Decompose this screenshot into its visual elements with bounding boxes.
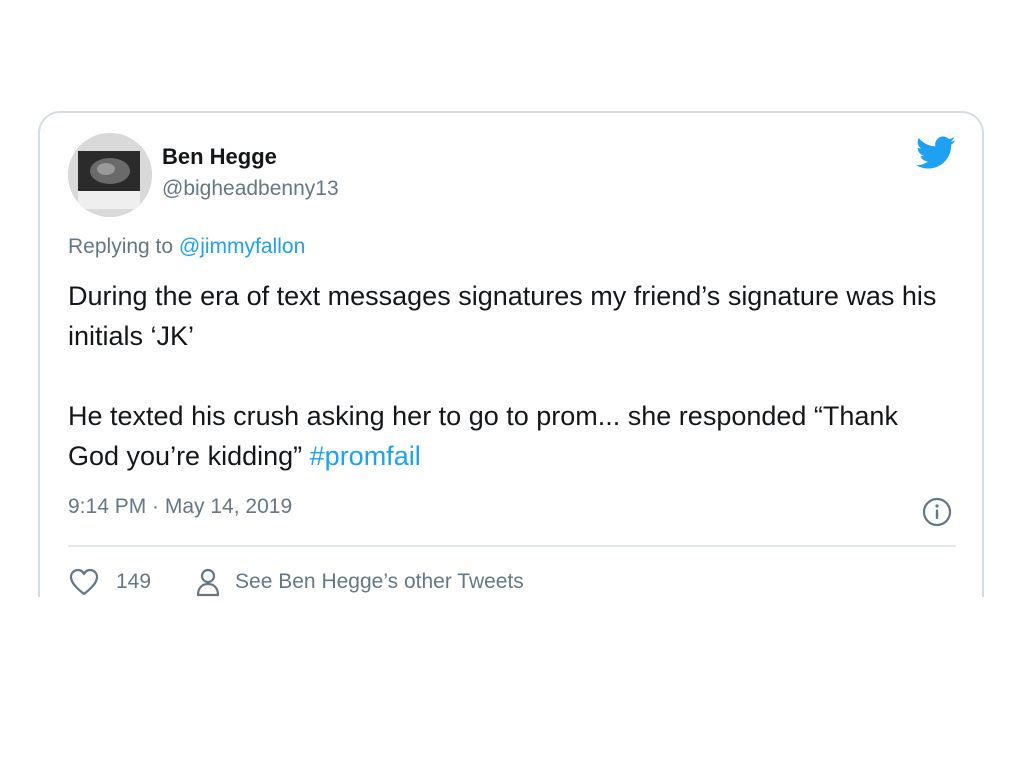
tweet-timestamp[interactable]: 9:14 PM · May 14, 2019: [68, 495, 292, 519]
author-name[interactable]: Ben Hegge: [162, 144, 277, 170]
person-icon: [196, 568, 220, 597]
image-crop-area: [0, 597, 1024, 768]
reply-prefix: Replying to: [68, 235, 179, 258]
info-icon[interactable]: [921, 496, 953, 528]
tweet-paragraph-2: He texted his crush asking her to go to …: [68, 396, 948, 476]
reply-context: Replying to @jimmyfallon: [68, 235, 305, 259]
hashtag-link[interactable]: #promfail: [310, 441, 421, 471]
tweet-paragraph-1: During the era of text messages signatur…: [68, 281, 937, 351]
avatar[interactable]: [68, 133, 152, 217]
divider: [68, 545, 956, 547]
tweet-paragraph-2-text: He texted his crush asking her to go to …: [68, 401, 898, 471]
tweet-actions: 149 See Ben Hegge’s other Tweets: [68, 565, 524, 599]
like-count[interactable]: 149: [116, 570, 151, 594]
author-handle[interactable]: @bigheadbenny13: [162, 177, 339, 201]
reply-mention-link[interactable]: @jimmyfallon: [179, 235, 305, 258]
other-tweets-link[interactable]: See Ben Hegge’s other Tweets: [235, 570, 524, 594]
heart-icon[interactable]: [68, 567, 100, 597]
tweet-body: During the era of text messages signatur…: [68, 276, 948, 476]
twitter-bird-icon[interactable]: [916, 136, 956, 170]
avatar-image: [68, 133, 152, 217]
